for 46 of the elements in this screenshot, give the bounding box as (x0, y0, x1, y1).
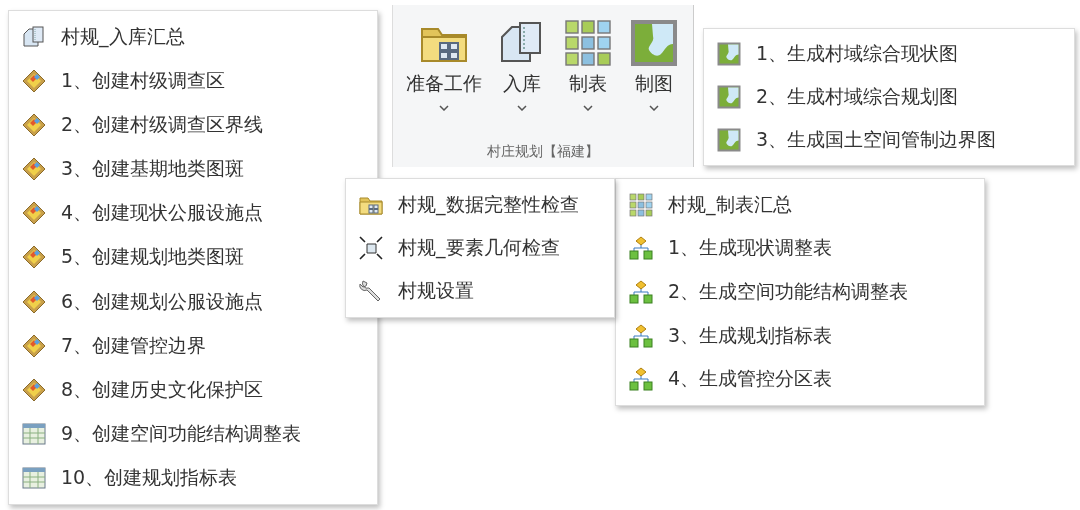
diamond-icon (21, 332, 47, 359)
table-icon (21, 464, 47, 491)
grid-icon (562, 17, 614, 69)
diamond-icon (21, 68, 47, 95)
menu-item[interactable]: 1、生成村域综合现状图 (704, 41, 1074, 68)
menu-item[interactable]: 3、生成国土空间管制边界图 (704, 126, 1074, 153)
chevron-icon (517, 105, 527, 111)
diamond-icon (21, 288, 47, 315)
map-icon (716, 41, 742, 68)
menu-item[interactable]: 1、创建村级调查区 (9, 68, 377, 95)
hierarchy-icon (628, 322, 654, 349)
ribbon-button[interactable]: 制图 (626, 15, 682, 113)
menu-item[interactable]: 9、创建空间功能结构调整表 (9, 420, 377, 447)
menu-item[interactable]: 村规_入库汇总 (9, 24, 377, 51)
diamond-icon (21, 376, 47, 403)
hierarchy-icon (628, 235, 654, 262)
ribbon-button[interactable]: 准备工作 (404, 15, 484, 113)
table-icon (21, 420, 47, 447)
ribbon-button[interactable]: 入库 (494, 15, 550, 113)
geometry-icon (358, 235, 384, 261)
map-icon (628, 17, 680, 69)
menu-item[interactable]: 3、创建基期地类图斑 (9, 156, 377, 183)
map-icon (716, 84, 742, 110)
chevron-icon (649, 105, 659, 111)
diamond-icon (21, 156, 47, 183)
menu-item[interactable]: 2、创建村级调查区界线 (9, 112, 377, 139)
menu-item[interactable]: 10、创建规划指标表 (9, 464, 377, 491)
menu-item[interactable]: 7、创建管控边界 (9, 332, 377, 359)
map-icon (716, 126, 742, 153)
menu-item[interactable]: 2、生成空间功能结构调整表 (616, 279, 984, 305)
hierarchy-icon (628, 279, 654, 305)
diamond-icon (21, 244, 47, 271)
menu-item[interactable]: 1、生成现状调整表 (616, 235, 984, 262)
menu-item[interactable]: 3、生成规划指标表 (616, 322, 984, 349)
chevron-icon (583, 105, 593, 111)
menu-item[interactable]: 村规_制表汇总 (616, 191, 984, 218)
chevron-icon (439, 105, 449, 111)
menu-item[interactable]: 2、生成村域综合规划图 (704, 84, 1074, 110)
diamond-icon (21, 112, 47, 139)
diamond-icon (21, 200, 47, 227)
menu-item[interactable]: 8、创建历史文化保护区 (9, 376, 377, 403)
ribbon-button[interactable]: 制表 (560, 15, 616, 113)
hierarchy-icon (628, 366, 654, 393)
menu-item[interactable]: 4、生成管控分区表 (616, 366, 984, 393)
grid-icon (628, 191, 654, 218)
group-label: 村庄规划【福建】 (487, 143, 599, 161)
